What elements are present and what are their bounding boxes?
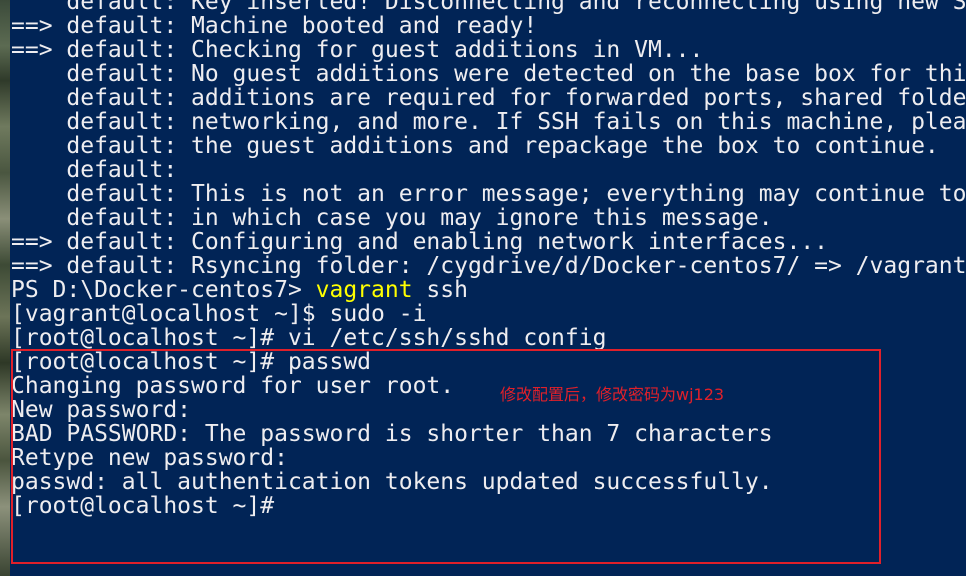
terminal-line: default: the guest additions and repacka… — [11, 133, 939, 159]
terminal-line: [root@localhost ~]# vi /etc/ssh/sshd_con… — [11, 325, 607, 351]
terminal-line: ==> default: Rsyncing folder: /cygdrive/… — [11, 253, 966, 279]
terminal-line: default: Key inserted! Disconnecting and… — [66, 0, 966, 15]
terminal-line: ==> default: Machine booted and ready! — [11, 13, 538, 39]
terminal-line: default: No guest additions were detecte… — [66, 61, 966, 87]
desktop-background-strip — [0, 0, 10, 576]
terminal-line: default: This is not an error message; e… — [66, 181, 966, 207]
terminal-line: default: networking, and more. If SSH fa… — [66, 109, 966, 135]
terminal-line: ==> default: Checking for guest addition… — [11, 37, 704, 63]
highlight-annotation-box — [11, 349, 881, 564]
terminal-line: [vagrant@localhost ~]$ sudo -i — [11, 301, 427, 327]
annotation-text: 修改配置后，修改密码为wj123 — [500, 385, 725, 404]
powershell-prompt-line: PS D:\Docker-centos7> vagrant ssh — [11, 278, 468, 302]
screen: default: Key inserted! Disconnecting and… — [0, 0, 966, 576]
terminal-line: default: — [11, 157, 178, 183]
terminal-line: ==> default: Configuring and enabling ne… — [11, 229, 828, 255]
ps-prompt: PS D:\Docker-centos7> — [11, 277, 316, 303]
terminal-line: default: in which case you may ignore th… — [11, 205, 773, 231]
ps-command: vagrant — [315, 277, 413, 303]
terminal-line: default: additions are required for forw… — [66, 85, 966, 111]
ps-args: ssh — [412, 277, 468, 303]
